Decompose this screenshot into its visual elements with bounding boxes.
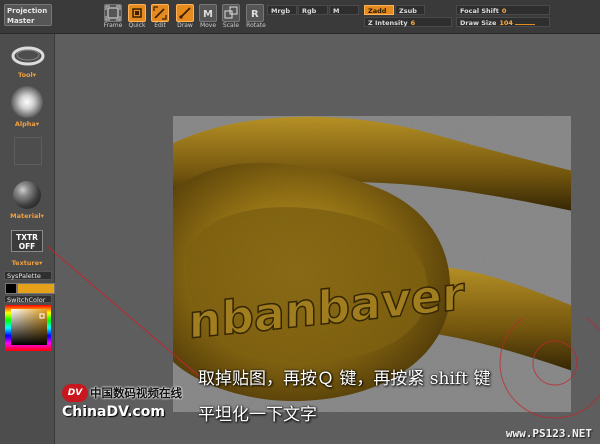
annotation-line-2: 平坦化一下文字	[198, 405, 317, 425]
logo-english: ChinaDV.com	[62, 404, 165, 420]
logo-badge: DV	[62, 384, 88, 402]
watermark: www.PS123.NET	[505, 427, 592, 440]
annotation-line-1: 取掉贴图，再按Ｑ 键，再按紧 shift 键	[198, 369, 491, 389]
logo-chinese: 中国数码视频在线	[90, 386, 182, 400]
chinadv-logo: DV 中国数码视频在线 ChinaDV.com	[62, 382, 190, 428]
